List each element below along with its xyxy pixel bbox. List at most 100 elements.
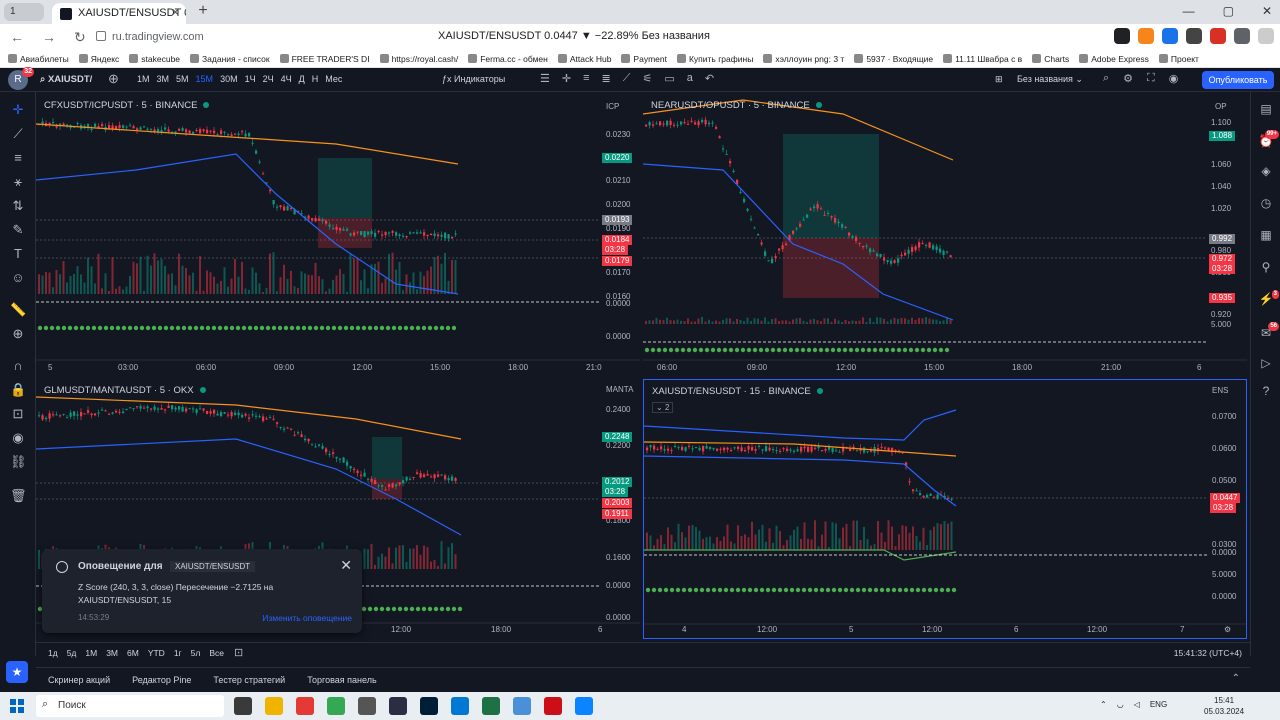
chrome-icon[interactable] [327, 697, 345, 715]
chart-pane-1[interactable]: CFXUSDT/ICPUSDT · 5 · BINANCE ICP 0.0230… [36, 94, 640, 376]
extension-icon[interactable] [1114, 28, 1130, 44]
extension-icon[interactable] [1162, 28, 1178, 44]
trendline-icon[interactable]: ⟋ [623, 72, 631, 88]
avatar[interactable]: R 32 [8, 67, 34, 90]
undo-icon[interactable]: ↶ [705, 72, 714, 88]
interval-button[interactable]: Н [312, 74, 319, 84]
pattern-icon[interactable]: ⚟ [642, 72, 652, 88]
edge-icon[interactable] [575, 697, 593, 715]
extension-icon[interactable] [1210, 28, 1226, 44]
bookmark-item[interactable]: Задания - список [190, 50, 270, 67]
fullscreen-icon[interactable]: ⛶ [1147, 72, 1155, 85]
bookmark-item[interactable]: Adobe Express [1079, 50, 1149, 67]
reload-icon[interactable]: ↻ [74, 29, 86, 46]
bottom-tab[interactable]: Тестер стратегий [213, 675, 285, 685]
lock-icon[interactable]: ⊡ [10, 406, 26, 422]
publish-button[interactable]: Опубликовать [1202, 71, 1274, 89]
range-button[interactable]: 5л [191, 648, 201, 658]
bookmark-item[interactable]: Charts [1032, 50, 1069, 67]
interval-button[interactable]: 1М [137, 74, 150, 84]
close-window-icon[interactable]: ✕ [1262, 4, 1272, 18]
compare-symbol-icon[interactable]: ⊕ [108, 71, 119, 87]
extension-icon[interactable] [1186, 28, 1202, 44]
link-icon[interactable]: ⛓ [10, 454, 27, 470]
tab-close-icon[interactable]: ✕ [171, 6, 180, 19]
indicators-button[interactable]: ƒx Индикаторы [442, 74, 505, 84]
bookmark-item[interactable]: 11.11 Швабра с в [943, 50, 1022, 67]
ideas-icon[interactable]: ⚲ [1258, 260, 1274, 276]
interval-button[interactable]: 5М [176, 74, 189, 84]
calendar-icon[interactable]: ▦ [1258, 228, 1274, 244]
bookmark-item[interactable]: Ferma.cc - обмен [468, 50, 548, 67]
interval-button[interactable]: Д [299, 74, 305, 84]
range-button[interactable]: 6М [127, 648, 139, 658]
goto-date-icon[interactable]: ⊡ [234, 646, 243, 659]
trendline-tool-icon[interactable]: ⟋ [10, 126, 26, 142]
interval-button[interactable]: 15М [196, 74, 214, 84]
bookmark-item[interactable]: stakecube [129, 50, 180, 67]
snapshot-icon[interactable]: ◉ [1169, 72, 1179, 85]
channel-icon[interactable]: ≣ [602, 72, 611, 88]
eye-icon[interactable]: ◉ [10, 430, 26, 446]
excel-icon[interactable] [482, 697, 500, 715]
timezone-clock[interactable]: 15:41:32 (UTC+4) [1174, 648, 1242, 658]
chart-canvas[interactable] [36, 94, 640, 376]
explorer-icon[interactable] [265, 697, 283, 715]
bookmark-item[interactable]: Проект [1159, 50, 1199, 67]
symbol-search[interactable]: ⌕ XAIUSDT/ [40, 74, 92, 85]
watchlist-icon[interactable]: ▤ [1258, 102, 1274, 118]
forward-icon[interactable]: → [42, 29, 56, 46]
trash-icon[interactable]: 🗑 [10, 488, 27, 504]
maximize-icon[interactable]: ▢ [1223, 4, 1234, 18]
lock-drawings-icon[interactable]: 🔒 [10, 382, 26, 398]
cursor-icon[interactable]: ✛ [10, 102, 26, 118]
bottom-tab[interactable]: Скринер акций [48, 675, 110, 685]
bookmark-item[interactable]: https://royal.cash/ [380, 50, 459, 67]
url-field[interactable]: ru.tradingview.com [96, 28, 356, 46]
bookmark-item[interactable]: хэллоуин png: 3 т [763, 50, 844, 67]
metamask-icon[interactable] [1138, 28, 1154, 44]
range-button[interactable]: Все [209, 648, 224, 658]
prediction-tool-icon[interactable]: ⇅ [10, 198, 26, 214]
text-tool-icon[interactable]: T [10, 246, 26, 262]
interval-button[interactable]: 1Ч [245, 74, 256, 84]
app-icon[interactable] [389, 697, 407, 715]
collapsed-indicators-toggle[interactable]: ⌄ 2 [652, 402, 674, 413]
brush-tool-icon[interactable]: ✎ [10, 222, 26, 238]
bottom-tab[interactable]: Редактор Pine [132, 675, 191, 685]
new-tab-icon[interactable]: + [194, 3, 212, 21]
profile-icon[interactable] [1258, 28, 1274, 44]
app-icon[interactable] [358, 697, 376, 715]
app-icon[interactable] [451, 697, 469, 715]
emoji-tool-icon[interactable]: ☺ [10, 270, 26, 286]
crosshair-icon[interactable]: ✛ [562, 72, 571, 88]
layers-icon[interactable]: ◈ [1258, 164, 1274, 180]
clock-icon[interactable]: ◷ [1258, 196, 1274, 212]
browser-tab-active[interactable]: XAIUSDT/ENSUSDT 0.04 ✕ [52, 3, 186, 24]
chart-pane-2[interactable]: NEARUSDT/OPUSDT · 5 · BINANCE OP 1.100 1… [643, 94, 1247, 376]
app-icon[interactable] [513, 697, 531, 715]
opera-icon[interactable] [544, 697, 562, 715]
ruler-icon[interactable]: 📏 [10, 302, 26, 318]
magnet-icon[interactable]: ∩ [10, 358, 26, 374]
bookmark-item[interactable]: Attack Hub [558, 50, 612, 67]
bookmark-item[interactable]: Яндекс [79, 50, 120, 67]
collapse-panel-icon[interactable]: ⌃ [1232, 673, 1240, 684]
yandex-icon[interactable] [296, 697, 314, 715]
bookmark-item[interactable]: FREE TRADER'S DI [280, 50, 370, 67]
interval-button[interactable]: Мес [325, 74, 342, 84]
site-info-icon[interactable] [96, 31, 106, 41]
edit-alert-link[interactable]: Изменить оповещение [262, 613, 352, 623]
range-button[interactable]: YTD [148, 648, 165, 658]
fib-icon[interactable]: ≡ [583, 72, 589, 88]
fib-tool-icon[interactable]: ≡ [10, 150, 26, 166]
lines-icon[interactable]: ☰ [540, 72, 550, 88]
pattern-tool-icon[interactable]: ⚹ [10, 174, 26, 190]
layout-icon[interactable]: ⊞ [995, 74, 1003, 85]
rectangle-icon[interactable]: ▭ [664, 72, 674, 88]
settings-icon[interactable]: ⚙ [1123, 72, 1133, 85]
close-alert-icon[interactable]: ✕ [340, 557, 352, 574]
favorites-star-icon[interactable]: ★ [6, 661, 28, 683]
interval-button[interactable]: 3М [157, 74, 170, 84]
wifi-icon[interactable]: ◡ [1117, 700, 1124, 709]
